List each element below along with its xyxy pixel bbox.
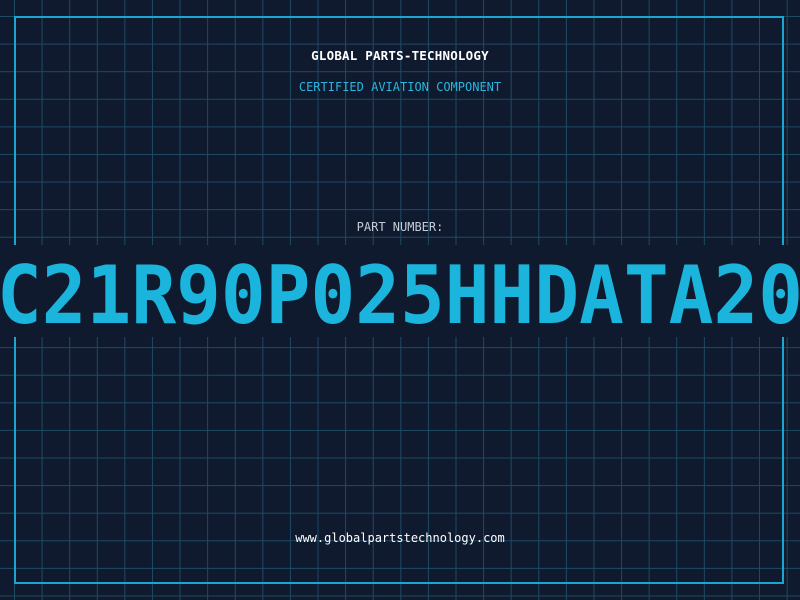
svg-text:C21R90P025HHDATA20: C21R90P025HHDATA20 [0,259,800,335]
website-url: www.globalpartstechnology.com [295,531,505,545]
part-number-label: PART NUMBER: [356,220,444,234]
certification-subtitle: CERTIFIED AVIATION COMPONENT [298,80,502,94]
company-name: GLOBAL PARTS-TECHNOLOGY [311,48,489,63]
label-canvas: GLOBAL PARTS-TECHNOLOGY CERTIFIED AVIATI… [0,0,800,600]
part-number-value: C21R90P025HHDATA20 [0,259,800,335]
